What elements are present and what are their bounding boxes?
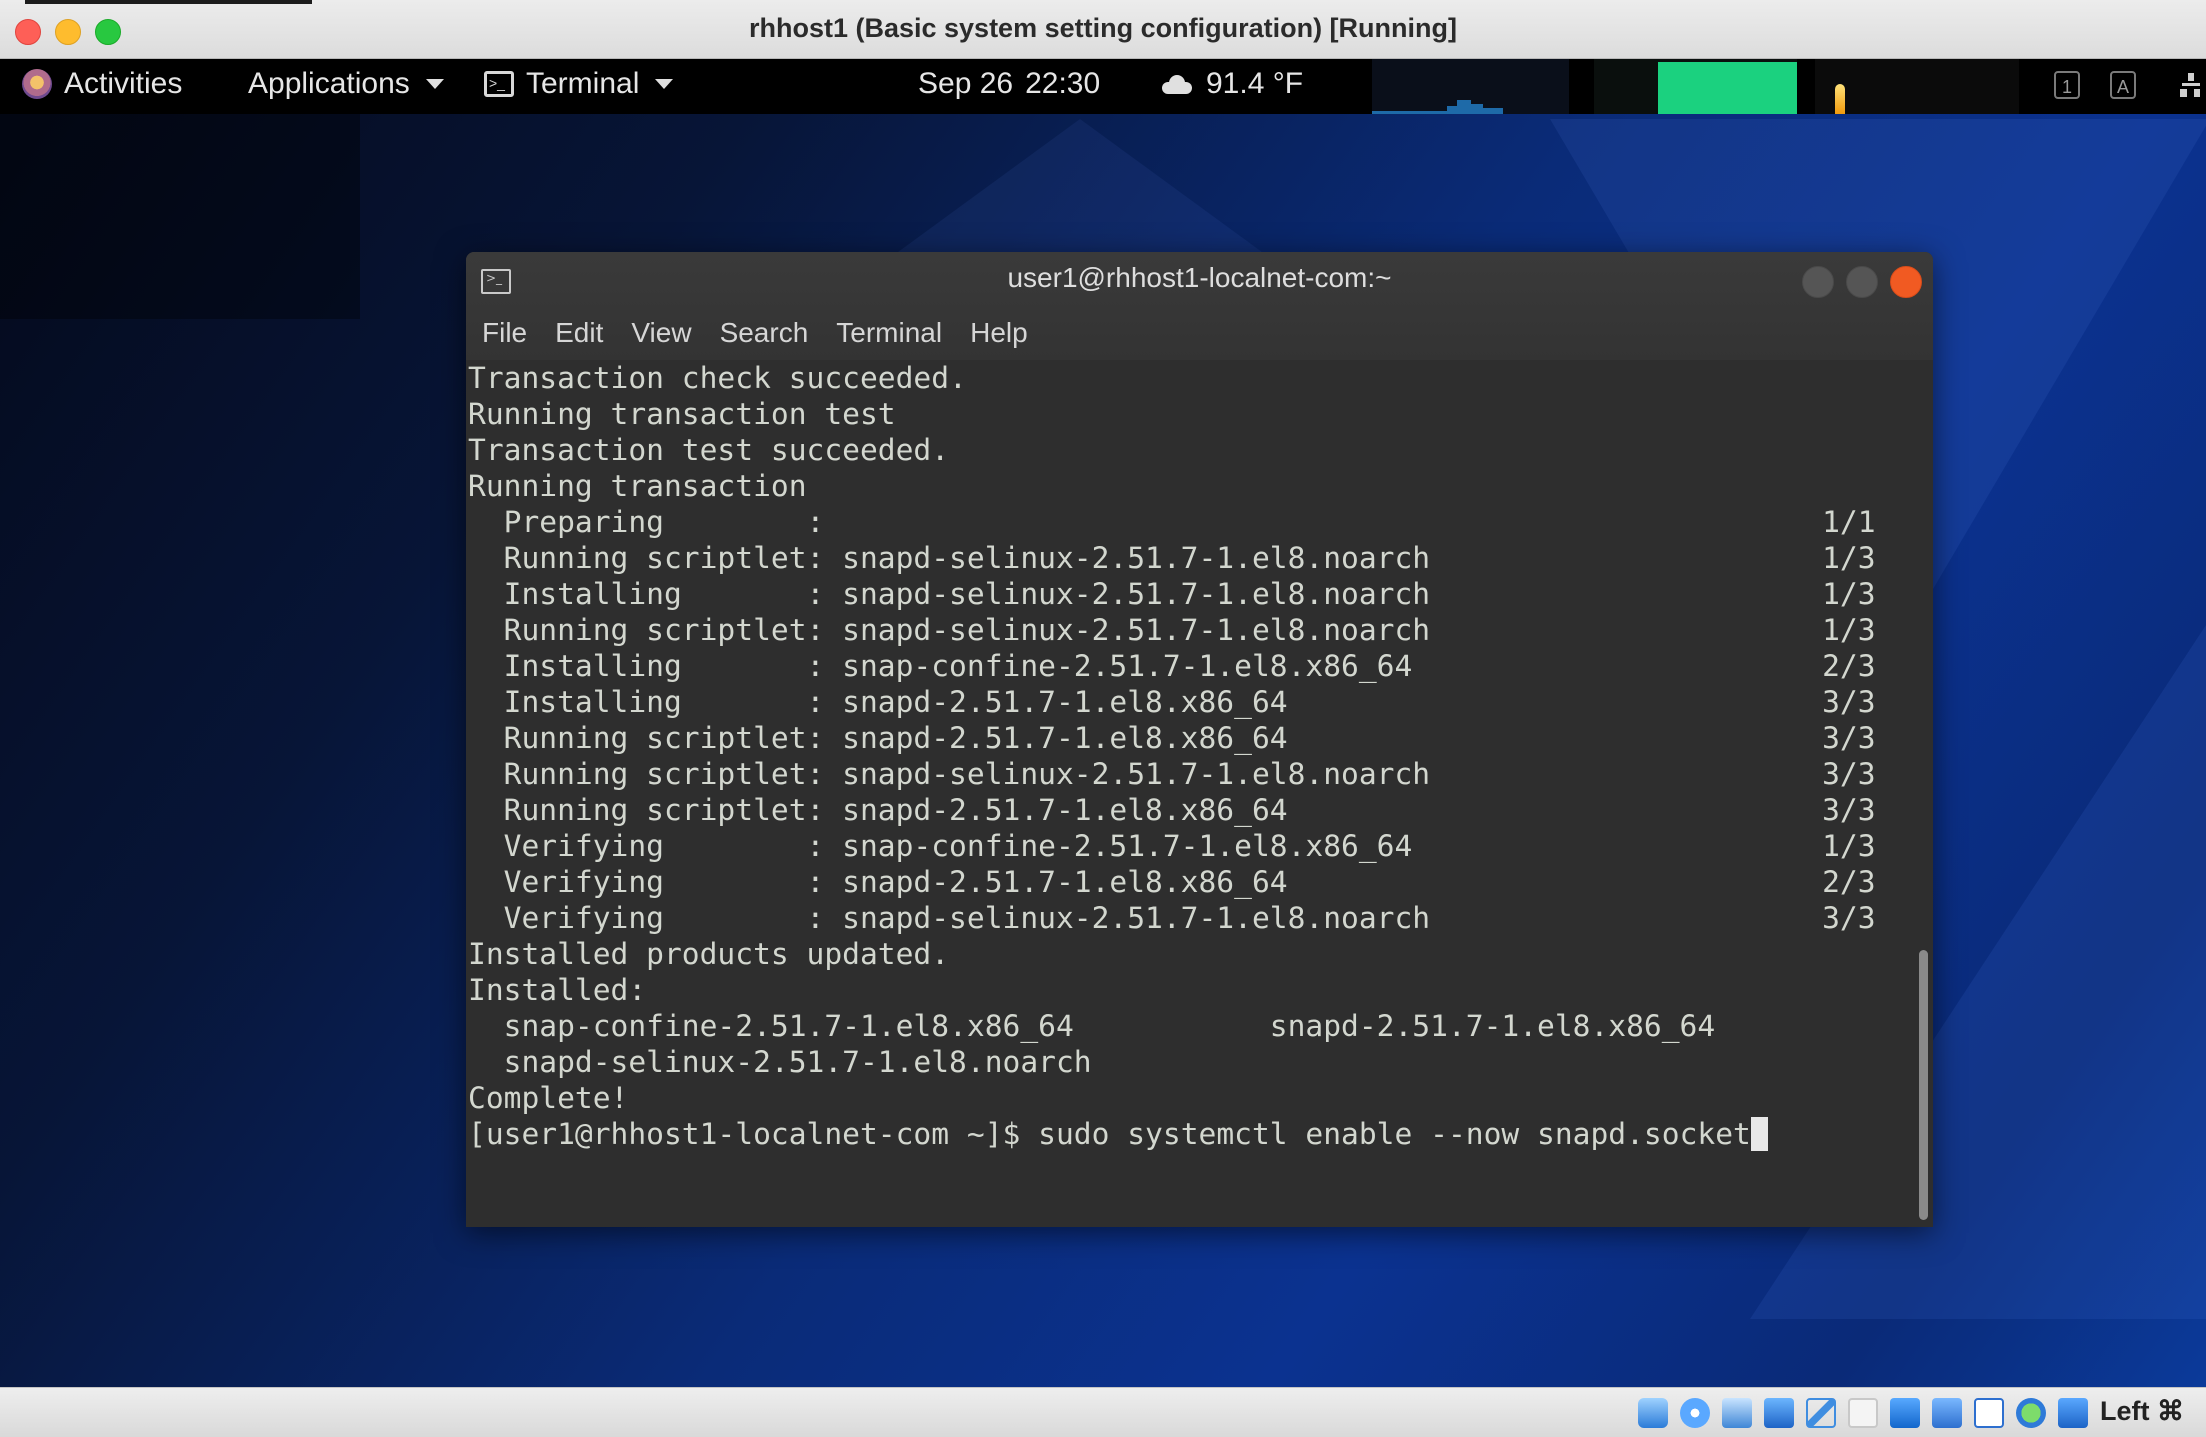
applications-label: Applications — [248, 67, 410, 100]
output-line: Verifying : snap-confine-2.51.7-1.el8.x8… — [468, 829, 1876, 863]
output-line: Installing : snapd-2.51.7-1.el8.x86_64 3… — [468, 685, 1876, 719]
output-line: Running scriptlet: snapd-selinux-2.51.7-… — [468, 613, 1876, 647]
output-line: Verifying : snapd-2.51.7-1.el8.x86_64 2/… — [468, 865, 1876, 899]
output-line: Running scriptlet: snapd-selinux-2.51.7-… — [468, 541, 1876, 575]
host-key-indicator[interactable]: Left ⌘ — [2100, 1396, 2184, 1427]
host-window-titlebar: rhhost1 (Basic system setting configurat… — [0, 0, 2206, 59]
terminal-header[interactable]: >_ user1@rhhost1-localnet-com:~ File Edi… — [466, 252, 1933, 360]
cloud-icon — [1160, 74, 1194, 94]
output-line: Installed products updated. — [468, 937, 950, 971]
menu-terminal[interactable]: Terminal — [822, 308, 956, 358]
output-line: Complete! — [468, 1081, 629, 1115]
output-line: Running transaction test — [468, 397, 896, 431]
video-capture-icon[interactable] — [1932, 1398, 1962, 1428]
audio-icon[interactable] — [1722, 1398, 1752, 1428]
clock-time: 22:30 — [1025, 67, 1101, 100]
vm-status-bar: Left ⌘ — [0, 1387, 2206, 1437]
weather-indicator[interactable]: 91.4 °F — [1160, 67, 1303, 101]
menu-file[interactable]: File — [466, 308, 541, 358]
activities-button[interactable]: Activities — [22, 67, 182, 101]
typed-command: sudo systemctl enable --now snapd.socket — [1038, 1117, 1751, 1151]
network-icon[interactable] — [1764, 1398, 1794, 1428]
network-icon-part — [2180, 89, 2187, 97]
menu-edit[interactable]: Edit — [541, 308, 617, 358]
output-line: Verifying : snapd-selinux-2.51.7-1.el8.n… — [468, 901, 1876, 935]
cpu-load-graph[interactable] — [1372, 59, 1569, 114]
cpu-graph-bar — [1457, 100, 1471, 114]
output-line: snapd-selinux-2.51.7-1.el8.noarch — [468, 1045, 1092, 1079]
cpu-graph-bar — [1471, 104, 1483, 114]
output-line: Running scriptlet: snapd-2.51.7-1.el8.x8… — [468, 721, 1876, 755]
output-line: Installing : snapd-selinux-2.51.7-1.el8.… — [468, 577, 1876, 611]
output-line: Running scriptlet: snapd-2.51.7-1.el8.x8… — [468, 793, 1876, 827]
terminal-app-menu[interactable]: >_ Terminal — [484, 67, 674, 101]
minimize-button[interactable] — [1802, 266, 1834, 298]
gnome-top-bar: Activities Applications >_ Terminal Sep … — [0, 59, 2206, 114]
gnome-foot-icon — [22, 69, 52, 99]
output-line: Running scriptlet: snapd-selinux-2.51.7-… — [468, 757, 1876, 791]
text-cursor — [1750, 1117, 1768, 1151]
output-line: Installing : snap-confine-2.51.7-1.el8.x… — [468, 649, 1876, 683]
terminal-window[interactable]: >_ user1@rhhost1-localnet-com:~ File Edi… — [466, 252, 1933, 1227]
terminal-icon: >_ — [484, 71, 514, 97]
terminal-app-label: Terminal — [526, 67, 640, 100]
memory-graph-fill — [1658, 62, 1797, 114]
activities-label: Activities — [64, 67, 183, 100]
output-line: Transaction test succeeded. — [468, 433, 950, 467]
scrollbar-thumb[interactable] — [1919, 950, 1928, 1220]
applications-menu[interactable]: Applications — [248, 67, 444, 101]
load-graph-spike — [1835, 84, 1845, 114]
terminal-title: user1@rhhost1-localnet-com:~ — [1007, 262, 1392, 293]
vt-x-icon[interactable] — [1974, 1398, 2004, 1428]
device-status-icons — [1638, 1398, 2088, 1428]
optical-drive-icon[interactable] — [1680, 1398, 1710, 1428]
display-icon[interactable] — [1890, 1398, 1920, 1428]
terminal-menubar: File Edit View Search Terminal Help — [466, 308, 1042, 358]
cpu-graph-bar — [1483, 108, 1503, 114]
hard-disk-icon[interactable] — [1638, 1398, 1668, 1428]
mouse-integration-icon[interactable] — [2016, 1398, 2046, 1428]
menu-view[interactable]: View — [617, 308, 705, 358]
arrow-down-icon[interactable] — [2058, 1398, 2088, 1428]
prompt-line[interactable]: [user1@rhhost1-localnet-com ~]$ sudo sys… — [466, 1116, 1912, 1152]
cpu-graph-bar — [1372, 111, 1447, 114]
output-line: Installed: — [468, 973, 647, 1007]
network-status-icon[interactable] — [2180, 73, 2200, 99]
clock[interactable]: Sep 26 22:30 — [918, 67, 1100, 101]
system-load-graph[interactable] — [1815, 59, 2019, 114]
clock-date: Sep 26 — [918, 67, 1014, 100]
memory-usage-graph[interactable] — [1594, 59, 1797, 114]
output-line: Running transaction — [468, 469, 807, 503]
weather-temperature: 91.4 °F — [1206, 67, 1304, 100]
output-line: Preparing : 1/1 — [468, 505, 1876, 539]
keyboard-indicator-1[interactable]: 1 — [2054, 71, 2080, 99]
keyboard-indicator-a[interactable]: A — [2110, 71, 2136, 99]
usb-icon[interactable] — [1806, 1398, 1836, 1428]
shared-folder-icon[interactable] — [1848, 1398, 1878, 1428]
terminal-output[interactable]: Transaction check succeeded. Running tra… — [466, 360, 1912, 1227]
shell-prompt: [user1@rhhost1-localnet-com ~]$ — [468, 1117, 1039, 1151]
chevron-down-icon — [425, 79, 444, 89]
cpu-graph-bar — [1447, 106, 1457, 114]
chevron-down-icon — [655, 79, 674, 89]
terminal-scrollbar[interactable] — [1912, 360, 1933, 1227]
maximize-button[interactable] — [1846, 266, 1878, 298]
menu-help[interactable]: Help — [956, 308, 1042, 358]
network-icon-part — [2188, 73, 2194, 81]
close-button[interactable] — [1890, 266, 1922, 298]
titlebar-progress-line — [25, 0, 312, 4]
network-icon-part — [2182, 83, 2200, 86]
network-icon-part — [2194, 89, 2200, 97]
output-line: Transaction check succeeded. — [468, 361, 967, 395]
host-window-title: rhhost1 (Basic system setting configurat… — [748, 13, 1458, 43]
output-line: snap-confine-2.51.7-1.el8.x86_64 snapd-2… — [468, 1009, 1716, 1043]
menu-search[interactable]: Search — [706, 308, 823, 358]
